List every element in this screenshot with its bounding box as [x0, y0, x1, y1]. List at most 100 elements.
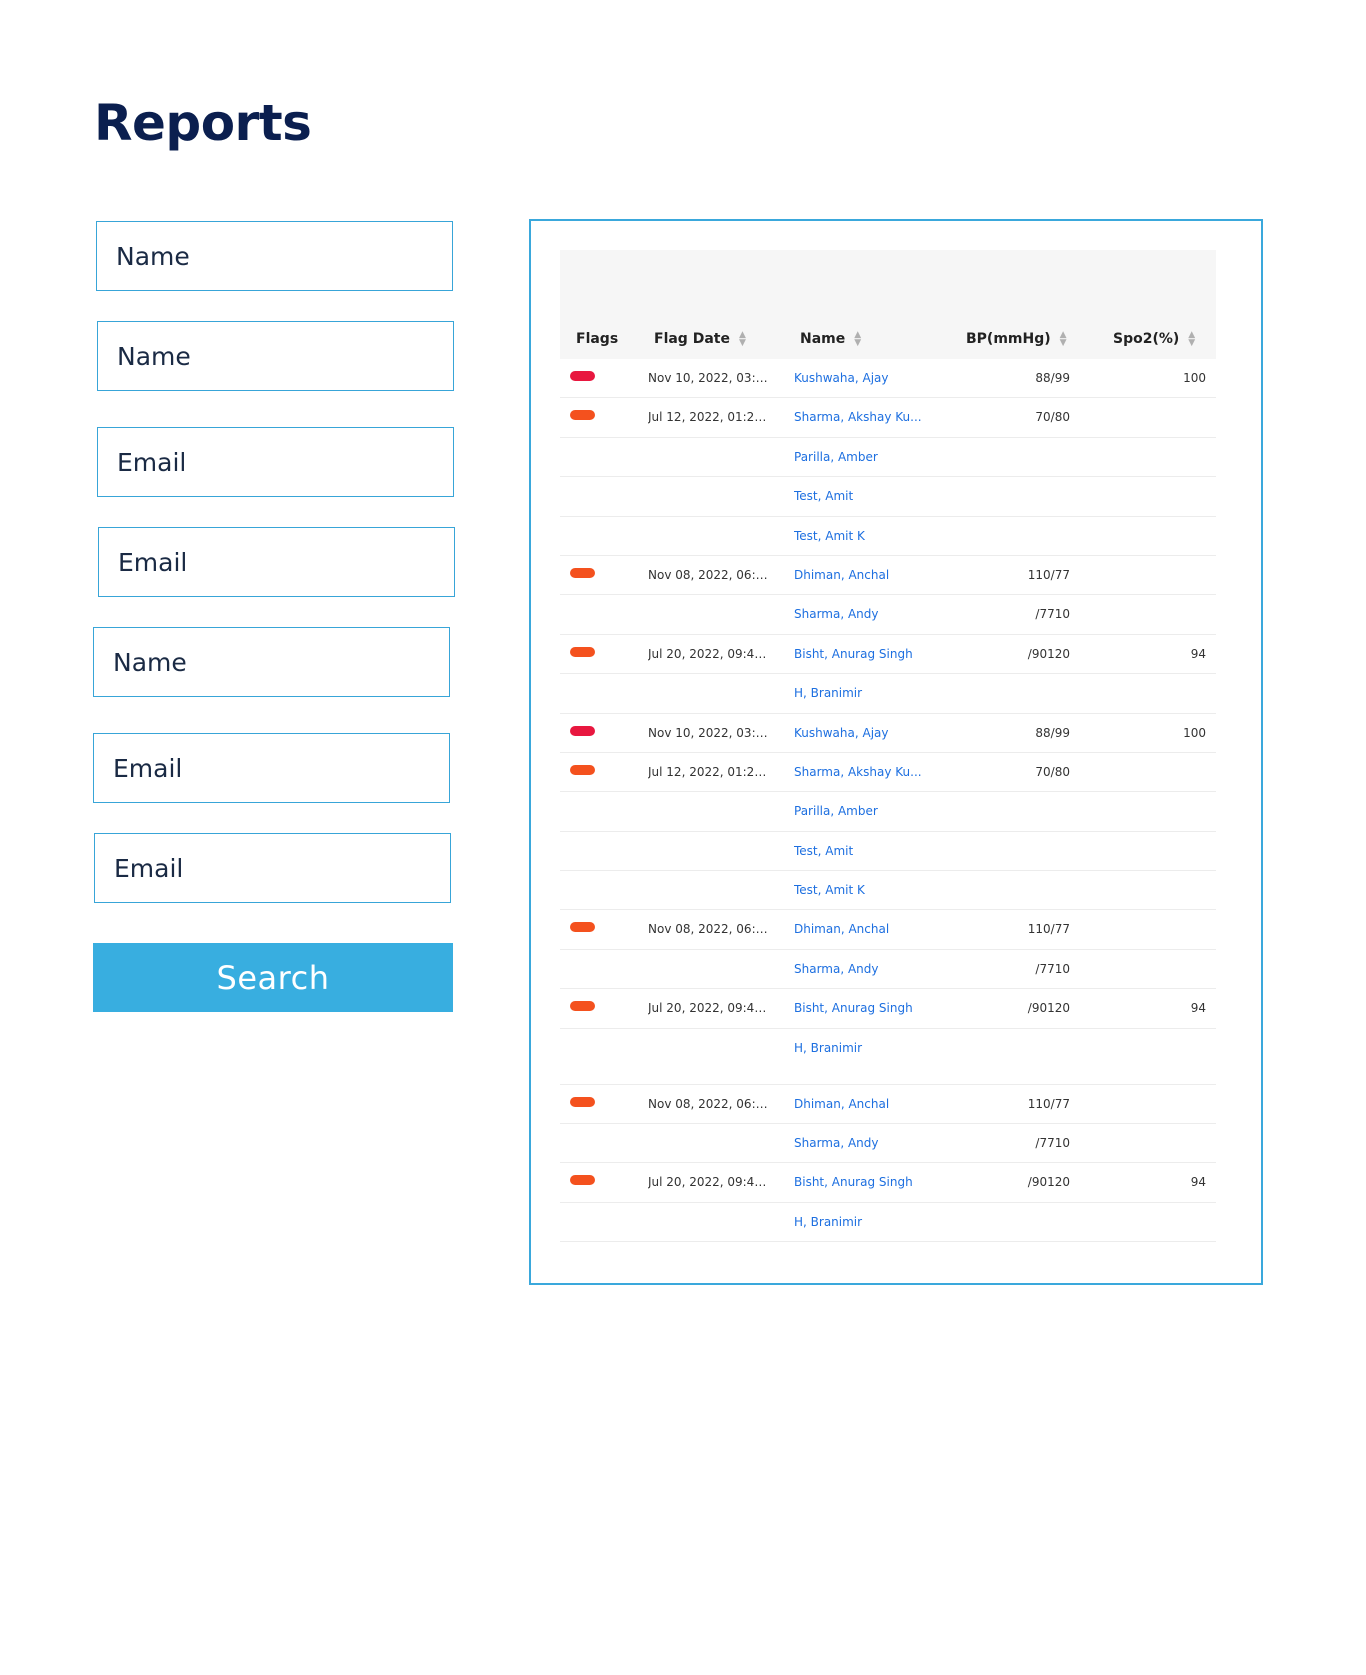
patient-name-link[interactable]: Test, Amit: [794, 844, 934, 858]
email-field[interactable]: [93, 733, 450, 803]
bp-cell: /7710: [1035, 961, 1070, 976]
table-row[interactable]: Test, Amit K: [560, 517, 1216, 556]
table-row[interactable]: Parilla, Amber: [560, 438, 1216, 478]
flag-date-cell: Nov 08, 2022, 06:5...: [648, 567, 773, 582]
table-body: Nov 10, 2022, 03:3... Kushwaha, Ajay 88/99…: [560, 359, 1216, 1243]
patient-name-link[interactable]: Parilla, Amber: [794, 450, 934, 464]
report-table: Flags Flag Date ▲ ▼ Name ▲ ▼ BP(mmHg) ▲ ▼ S…: [560, 250, 1216, 1243]
bp-cell: /7710: [1035, 1136, 1070, 1151]
table-row[interactable]: Test, Amit: [560, 477, 1216, 517]
table-row[interactable]: Nov 08, 2022, 06:5... Dhiman, Anchal 110/7…: [560, 1085, 1216, 1125]
patient-name-link[interactable]: Bisht, Anurag Singh: [794, 1175, 934, 1189]
column-header-flags: Flags: [576, 331, 618, 347]
bp-cell: /90120: [1027, 1175, 1070, 1190]
column-header-flag-date[interactable]: Flag Date ▲ ▼: [654, 331, 746, 348]
search-button[interactable]: Search: [93, 943, 453, 1012]
patient-name-link[interactable]: Kushwaha, Ajay: [794, 371, 934, 385]
table-row[interactable]: Sharma, Andy/7710: [560, 950, 1216, 990]
name-field[interactable]: [96, 221, 453, 291]
flag-orange-icon: [570, 410, 595, 421]
patient-name-link[interactable]: H, Branimir: [794, 686, 934, 700]
name-field[interactable]: [97, 321, 454, 391]
patient-name-link[interactable]: Kushwaha, Ajay: [794, 726, 934, 740]
table-row[interactable]: Parilla, Amber: [560, 792, 1216, 832]
table-row[interactable]: H, Branimir: [560, 674, 1216, 714]
bp-cell: 70/80: [1035, 764, 1070, 779]
bp-cell: /90120: [1027, 646, 1070, 661]
spo2-cell: 94: [1190, 646, 1206, 661]
flag-date-cell: Jul 12, 2022, 01:20 ...: [648, 764, 773, 779]
table-row[interactable]: Jul 20, 2022, 09:41 ... Bisht, Anurag Sin…: [560, 1163, 1216, 1203]
sort-icon[interactable]: ▲ ▼: [739, 331, 746, 348]
bp-cell: 88/99: [1035, 725, 1070, 740]
flag-date-cell: Nov 10, 2022, 03:3...: [648, 725, 773, 740]
patient-name-link[interactable]: Bisht, Anurag Singh: [794, 647, 934, 661]
sort-icon[interactable]: ▲ ▼: [854, 331, 861, 348]
patient-name-link[interactable]: Bisht, Anurag Singh: [794, 1001, 934, 1015]
column-header-spo2[interactable]: Spo2(%) ▲ ▼: [1113, 331, 1195, 348]
patient-name-link[interactable]: Test, Amit: [794, 489, 934, 503]
table-row[interactable]: Nov 10, 2022, 03:3... Kushwaha, Ajay 88/99…: [560, 359, 1216, 399]
column-header-label: Flags: [576, 331, 619, 347]
email-field[interactable]: [98, 527, 455, 597]
patient-name-link[interactable]: Sharma, Andy: [794, 1136, 934, 1150]
table-row[interactable]: Nov 08, 2022, 06:5... Dhiman, Anchal 110/7…: [560, 556, 1216, 596]
page-title: Reports: [94, 94, 312, 152]
patient-name-link[interactable]: Parilla, Amber: [794, 804, 934, 818]
patient-name-link[interactable]: Sharma, Akshay Ku...: [794, 410, 934, 424]
column-header-label: Flag Date: [654, 331, 730, 347]
table-row[interactable]: Jul 12, 2022, 01:20 ... Sharma, Akshay Ku…: [560, 398, 1216, 438]
column-header-bp[interactable]: BP(mmHg) ▲ ▼: [966, 331, 1067, 348]
flag-orange-icon: [570, 1096, 595, 1107]
table-row[interactable]: Nov 08, 2022, 06:5... Dhiman, Anchal 110/7…: [560, 910, 1216, 950]
patient-name-link[interactable]: Dhiman, Anchal: [794, 922, 934, 936]
sort-icon[interactable]: ▲ ▼: [1188, 331, 1195, 348]
column-header-label: Name: [800, 331, 846, 347]
bp-cell: /7710: [1035, 607, 1070, 622]
email-input[interactable]: [113, 753, 449, 783]
flag-date-cell: Nov 08, 2022, 06:5...: [648, 922, 773, 937]
patient-name-link[interactable]: Dhiman, Anchal: [794, 568, 934, 582]
table-row[interactable]: Sharma, Andy/7710: [560, 595, 1216, 635]
flag-orange-icon: [570, 646, 595, 657]
patient-name-link[interactable]: H, Branimir: [794, 1041, 934, 1055]
bp-cell: /90120: [1027, 1001, 1070, 1016]
table-row[interactable]: Jul 20, 2022, 09:41 ... Bisht, Anurag Sin…: [560, 989, 1216, 1029]
email-input[interactable]: [118, 547, 454, 577]
table-row[interactable]: H, Branimir: [560, 1203, 1216, 1243]
table-row[interactable]: Nov 10, 2022, 03:3... Kushwaha, Ajay 88/99…: [560, 714, 1216, 753]
name-input[interactable]: [113, 647, 449, 677]
table-row[interactable]: Test, Amit K: [560, 871, 1216, 911]
patient-name-link[interactable]: Sharma, Andy: [794, 962, 934, 976]
flag-red-icon: [570, 371, 595, 381]
flag-date-cell: Jul 20, 2022, 09:41 ...: [648, 1001, 773, 1016]
flag-orange-icon: [570, 922, 595, 933]
sort-icon[interactable]: ▲ ▼: [1060, 331, 1067, 348]
patient-name-link[interactable]: Sharma, Andy: [794, 607, 934, 621]
patient-name-link[interactable]: Test, Amit K: [794, 529, 934, 543]
flag-date-cell: Nov 10, 2022, 03:3...: [648, 371, 773, 385]
name-field[interactable]: [93, 627, 450, 697]
email-input[interactable]: [117, 447, 453, 477]
name-input[interactable]: [116, 241, 452, 271]
patient-name-link[interactable]: H, Branimir: [794, 1215, 934, 1229]
table-row[interactable]: Test, Amit: [560, 832, 1216, 872]
flag-date-cell: Jul 20, 2022, 09:41 ...: [648, 646, 773, 661]
column-header-name[interactable]: Name ▲ ▼: [800, 331, 861, 348]
patient-name-link[interactable]: Test, Amit K: [794, 883, 934, 897]
name-input[interactable]: [117, 341, 453, 371]
email-input[interactable]: [114, 853, 450, 883]
flag-orange-icon: [570, 1175, 595, 1186]
email-field[interactable]: [94, 833, 451, 903]
bp-cell: 70/80: [1035, 410, 1070, 425]
table-row[interactable]: H, Branimir: [560, 1029, 1216, 1085]
table-row[interactable]: Jul 20, 2022, 09:41 ... Bisht, Anurag Sin…: [560, 635, 1216, 675]
table-row[interactable]: Sharma, Andy/7710: [560, 1124, 1216, 1164]
bp-cell: 88/99: [1035, 371, 1070, 385]
patient-name-link[interactable]: Dhiman, Anchal: [794, 1097, 934, 1111]
table-row[interactable]: Jul 12, 2022, 01:20 ... Sharma, Akshay Ku…: [560, 753, 1216, 793]
patient-name-link[interactable]: Sharma, Akshay Ku...: [794, 765, 934, 779]
email-field[interactable]: [97, 427, 454, 497]
bp-cell: 110/77: [1027, 1096, 1070, 1111]
report-panel: Flags Flag Date ▲ ▼ Name ▲ ▼ BP(mmHg) ▲ ▼ S…: [529, 219, 1263, 1285]
